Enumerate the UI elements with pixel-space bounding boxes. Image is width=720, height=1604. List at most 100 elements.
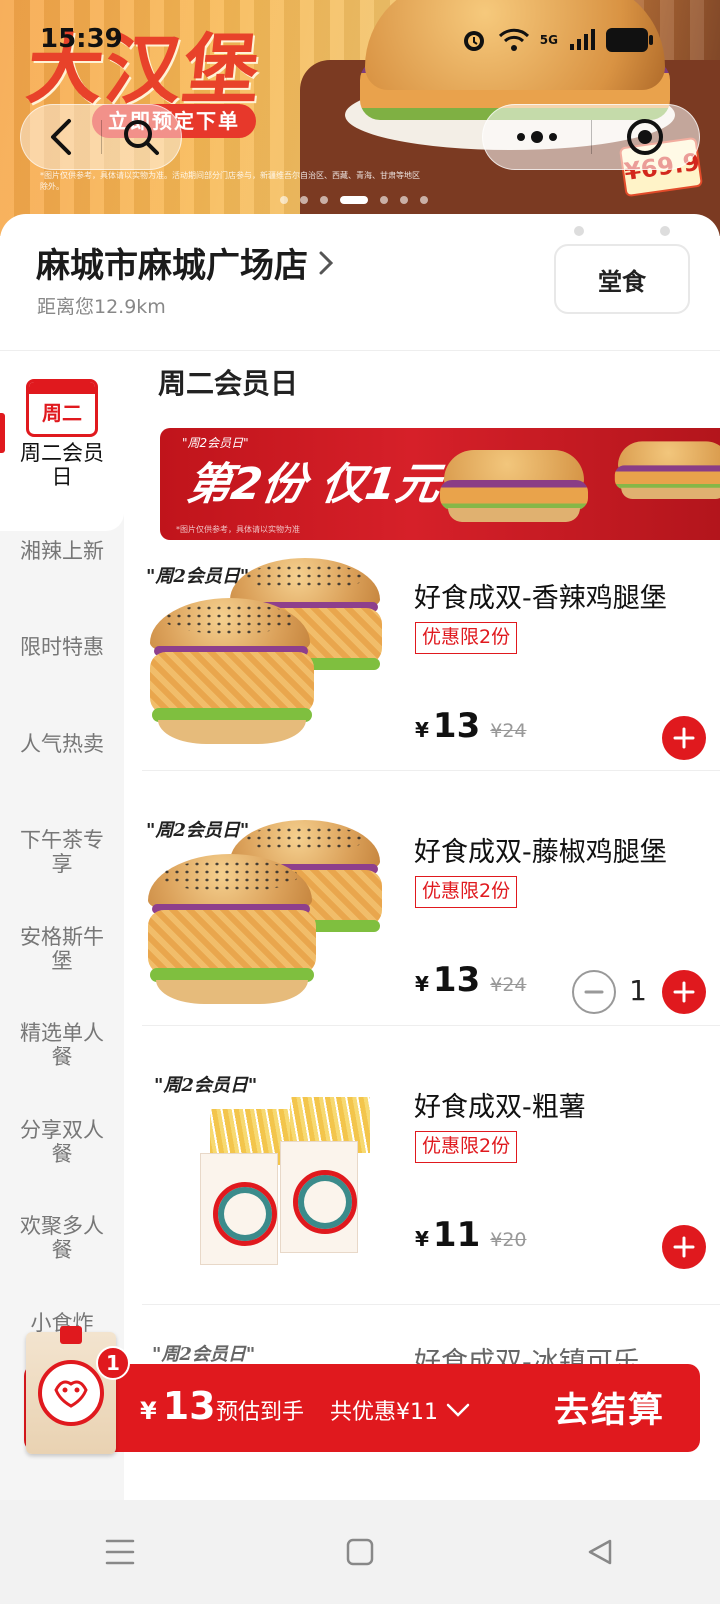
sidebar-item-single-meal[interactable]: 精选单人餐 [10,1021,114,1069]
product-original-price: ¥20 [490,1229,527,1251]
add-to-cart-button[interactable] [662,1225,706,1269]
product-image: "周2会员日" [140,802,402,1022]
nav-capsule-right [482,104,700,170]
search-button[interactable] [102,104,182,170]
product-tag: "周2会员日" [154,1075,258,1096]
divider [142,1025,720,1026]
network-type: 5G [539,33,558,47]
battery-icon [606,28,653,52]
divider [142,1304,720,1305]
plus-icon [673,981,695,1003]
menu-icon [105,1539,135,1565]
plus-icon [673,727,695,749]
sidebar-item-popular[interactable]: 人气热卖 [10,732,114,756]
chevron-right-icon [319,251,334,274]
dine-mode-toggle[interactable]: 堂食 [554,226,690,314]
product-tag: "周2会员日" [146,820,250,841]
cart-discount-label: 共优惠¥11 [330,1400,438,1425]
product-tag: "周2会员日" [152,1344,256,1365]
chevron-left-icon [50,119,71,155]
product-card[interactable]: "周2会员日" 好食成双-香辣鸡腿堡 优惠限2份 ¥ 13 ¥24 [140,548,720,808]
brand-logo [38,1360,104,1426]
recent-apps-button[interactable] [60,1500,180,1604]
cart-total: ¥ 13 [140,1384,216,1428]
cart-discount-toggle[interactable]: 共优惠¥11 [330,1394,470,1426]
wifi-icon [498,28,529,51]
section-title: 周二会员日 [158,367,299,400]
product-quantity: 1 [629,974,647,1007]
sidebar-item-angus[interactable]: 安格斯牛堡 [10,925,114,973]
square-icon [346,1538,374,1566]
carousel-indicator [280,196,428,204]
more-icon [516,131,557,143]
product-limit-badge: 优惠限2份 [415,876,518,908]
fries-box [200,1153,278,1265]
status-icons: 5G [460,26,653,54]
product-original-price: ¥24 [490,720,527,742]
status-time: 15:39 [40,24,123,54]
product-image: "周2会员日" [140,1057,402,1277]
hero-fine-print: *图片仅供参考，具体请以实物为准。活动期间部分门店参与，新疆维吾尔自治区、西藏、… [40,171,420,191]
calendar-icon: 周二 [26,379,98,437]
cart-estimate-label: 预估到手 [216,1400,305,1425]
divider [142,770,720,771]
product-price: ¥ 13 ¥24 [415,960,527,1000]
plus-icon [673,1236,695,1258]
checkout-button[interactable]: 去结算 [554,1382,665,1433]
carousel-dot [420,196,428,204]
product-limit-badge: 优惠限2份 [415,1131,518,1163]
back-system-button[interactable] [540,1500,660,1604]
promo-burger-image [614,441,720,500]
product-image: "周2会员日" [140,548,402,768]
add-to-cart-button[interactable] [662,716,706,760]
promo-burger-image [440,450,588,524]
nav-capsule-left [20,104,182,170]
increase-quantity-button[interactable] [662,970,706,1014]
carousel-dot [280,196,288,204]
carousel-dot [400,196,408,204]
sidebar-item-group-meal[interactable]: 欢聚多人餐 [10,1214,114,1262]
store-distance: 距离您12.9km [37,296,166,318]
sidebar-active-indicator [0,413,5,453]
product-name: 好食成双-香辣鸡腿堡 [414,583,667,614]
chevron-down-icon [446,1403,470,1417]
more-button[interactable] [483,104,591,170]
carousel-dot [380,196,388,204]
minus-icon [584,990,604,994]
promo-note: *图片仅供参考，具体请以实物为准 [176,525,300,534]
sidebar-item-limited-offer[interactable]: 限时特惠 [10,635,114,659]
decrease-quantity-button[interactable] [572,970,616,1014]
sidebar-item-afternoon-tea[interactable]: 下午茶专享 [10,828,114,876]
alarm-icon [463,31,484,51]
search-icon [124,120,160,155]
product-price: ¥ 13 ¥24 [415,706,527,746]
signal-icon [570,29,595,50]
target-icon [627,119,664,155]
app-root: 大汉堡 立即预定下单 *图片仅供参考，具体请以实物为准。活动期间部分门店参与，新… [0,0,720,1604]
home-button[interactable] [300,1500,420,1604]
carousel-dot [320,196,328,204]
product-original-price: ¥24 [490,974,527,996]
carousel-dot [300,196,308,204]
promo-banner[interactable]: "周2会员日" 第2份 仅1元 *图片仅供参考，具体请以实物为准 [160,428,720,540]
system-nav-bar [0,1500,720,1604]
sidebar-item-hunan-spicy[interactable]: 湘辣上新 [10,539,114,563]
carousel-dot-active [340,196,368,204]
store-card: 麻城市麻城广场店 距离您12.9km 堂食 [0,214,720,350]
product-card[interactable]: "周2会员日" 好食成双-粗薯 优惠限2份 ¥ 11 ¥20 [140,1057,720,1317]
sidebar-item-member-day[interactable]: 周二会员日 [10,441,114,489]
store-selector[interactable]: 麻城市麻城广场店 [36,238,334,287]
triangle-back-icon [588,1539,612,1565]
fries-box [280,1141,358,1253]
close-miniprogram-button[interactable] [592,104,700,170]
sidebar-item-double-meal[interactable]: 分享双人餐 [10,1118,114,1166]
status-bar: 15:39 5G [0,0,720,80]
product-card[interactable]: "周2会员日" 好食成双-藤椒鸡腿堡 优惠限2份 ¥ 13 ¥24 1 [140,802,720,1062]
store-name: 麻城市麻城广场店 [36,246,308,286]
product-limit-badge: 优惠限2份 [415,622,518,654]
product-name: 好食成双-藤椒鸡腿堡 [414,837,667,868]
product-name: 好食成双-粗薯 [414,1092,586,1123]
product-price: ¥ 11 ¥20 [415,1215,527,1255]
promo-headline: 第2份 仅1元 [183,459,444,510]
back-button[interactable] [21,104,101,170]
